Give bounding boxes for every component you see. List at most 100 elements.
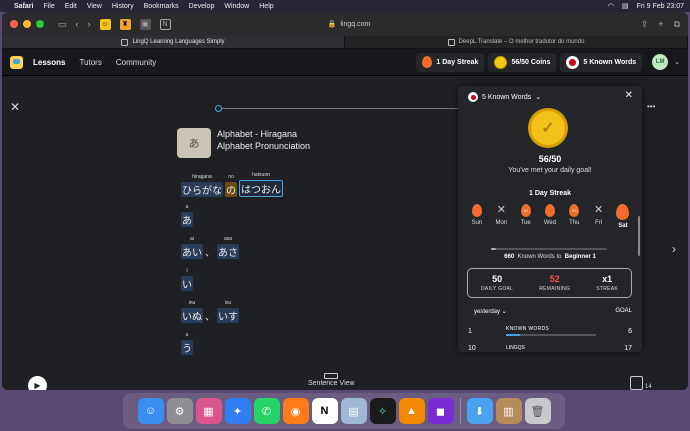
minimize-window-button[interactable] <box>23 20 31 28</box>
word-ruby: u <box>185 332 189 338</box>
close-window-button[interactable] <box>10 20 18 28</box>
menu-app[interactable]: Safari <box>14 3 33 10</box>
day-wed: Wed <box>539 204 561 229</box>
menu-develop[interactable]: Develop <box>189 3 215 10</box>
punctuation: 、 <box>205 312 215 323</box>
address-bar[interactable]: 🔒 lingq.com <box>264 17 434 31</box>
word-isu[interactable]: isu いす <box>217 300 239 323</box>
lingq-logo-icon[interactable] <box>10 55 23 69</box>
day-label: Fri <box>595 220 603 226</box>
whatsapp-icon[interactable]: ✆ <box>253 398 280 424</box>
new-tab-icon[interactable]: + <box>658 19 663 30</box>
period-dropdown[interactable]: yesterday ⌄ <box>474 308 507 315</box>
trash-icon[interactable]: 🗑 <box>524 398 551 424</box>
row-label: LINGQS <box>506 345 525 351</box>
firefox-icon[interactable]: ◉ <box>282 398 309 424</box>
lesson-line: hiragana ひらがな no の hatsuon はつおん <box>181 172 283 197</box>
word-u[interactable]: uう <box>181 332 193 355</box>
back-icon[interactable]: ‹ <box>76 19 79 29</box>
chevron-down-icon[interactable]: ⌄ <box>674 58 680 66</box>
control-center-icon[interactable]: ▤ <box>622 2 629 10</box>
known-words-dropdown[interactable]: 5 Known Words ⌄ <box>468 92 541 102</box>
extension-icon[interactable]: ☺ <box>99 18 111 30</box>
lesson-header: あ Alphabet - Hiragana Alphabet Pronuncia… <box>177 128 310 158</box>
known-words-button[interactable]: 5 Known Words <box>560 52 643 72</box>
word-a[interactable]: aあ <box>181 204 193 227</box>
vlc-icon[interactable]: ▲ <box>398 398 425 424</box>
flame-icon <box>472 204 482 217</box>
word-ruby: inu <box>188 300 196 306</box>
share-icon[interactable]: ⇪ <box>641 19 649 30</box>
next-page-icon[interactable]: › <box>672 242 676 256</box>
preview-icon[interactable]: ▤ <box>340 398 367 424</box>
word-i[interactable]: iい <box>181 268 193 291</box>
notion-extension-icon[interactable]: N <box>159 18 171 30</box>
menu-edit[interactable]: Edit <box>65 3 77 10</box>
word-text: あい <box>181 244 203 259</box>
nav-community[interactable]: Community <box>116 58 156 67</box>
browser-toolbar: ▭ ‹ › ☺ ♜ ▣ N 🔒 lingq.com ⇪ + ⧉ <box>2 12 688 36</box>
word-ruby: asa <box>223 236 233 242</box>
day-label: Thu <box>569 220 580 226</box>
downloads-folder-icon[interactable]: ⬇ <box>466 398 493 424</box>
lesson-title: Alphabet - Hiragana <box>217 129 298 139</box>
extension-icon-3[interactable]: ▣ <box>139 18 151 30</box>
word-no[interactable]: no の <box>225 174 237 197</box>
word-inu[interactable]: inu いぬ <box>181 300 203 323</box>
menu-history[interactable]: History <box>112 3 134 10</box>
word-text: いぬ <box>181 308 203 323</box>
day-label: Tue <box>520 220 531 226</box>
word-text: いす <box>217 308 239 323</box>
menu-file[interactable]: File <box>43 3 54 10</box>
menu-help[interactable]: Help <box>259 3 273 10</box>
play-audio-button[interactable]: ▶ <box>28 376 47 390</box>
sidebar-icon[interactable]: ▭ <box>58 19 67 30</box>
dock: ☺ ⚙ ▦ ✦ ✆ ◉ N ▤ ✧ ▲ ◼ ⬇ ▥ 🗑 <box>123 393 565 429</box>
menu-view[interactable]: View <box>87 3 102 10</box>
more-options-icon[interactable]: ••• <box>647 102 655 111</box>
lesson-image-glyph: あ <box>188 138 200 150</box>
word-ai[interactable]: ai あい <box>181 236 203 259</box>
word-hiragana[interactable]: hiragana ひらがな <box>181 174 223 197</box>
panel-scrollbar[interactable] <box>638 216 640 256</box>
instruments-icon[interactable]: ✧ <box>369 398 396 424</box>
system-settings-icon[interactable]: ⚙ <box>166 398 193 424</box>
tab-deepl[interactable]: DeepL Translate – O melhor tradutor do m… <box>345 36 688 48</box>
forward-icon[interactable]: › <box>88 19 91 29</box>
close-lesson-icon[interactable]: ✕ <box>10 100 20 114</box>
archive-icon[interactable]: ▥ <box>495 398 522 424</box>
nav-tutors[interactable]: Tutors <box>79 58 101 67</box>
close-panel-icon[interactable]: ✕ <box>625 90 633 101</box>
tab-label: DeepL Translate – O melhor tradutor do m… <box>458 39 585 45</box>
tab-lingq[interactable]: LingQ Learning Languages Simply <box>2 36 345 48</box>
extension-icon-2[interactable]: ♜ <box>119 18 131 30</box>
lesson-progress-knob[interactable] <box>215 105 222 112</box>
word-text: はつおん <box>239 180 283 197</box>
lock-icon: 🔒 <box>327 21 337 28</box>
deepl-favicon <box>447 38 455 46</box>
word-asa[interactable]: asa あさ <box>217 236 239 259</box>
word-hatsuon[interactable]: hatsuon はつおん <box>239 172 283 197</box>
menu-window[interactable]: Window <box>224 3 249 10</box>
stat-value: 52 <box>549 274 560 284</box>
flashcards-button[interactable]: 14 <box>630 376 652 390</box>
coins-label: 56/50 Coins <box>511 58 551 66</box>
tab-overview-icon[interactable]: ⧉ <box>674 19 680 30</box>
lesson-progress-track[interactable] <box>215 108 460 109</box>
word-ruby: ai <box>190 236 194 242</box>
nav-lessons[interactable]: Lessons <box>33 58 65 67</box>
zoom-window-button[interactable] <box>36 20 44 28</box>
sentence-view-button[interactable]: Sentence View <box>308 373 355 387</box>
coins-button[interactable]: 56/50 Coins <box>488 52 557 72</box>
app-store-icon[interactable]: ◼ <box>427 398 454 424</box>
launchpad-icon[interactable]: ▦ <box>195 398 222 424</box>
wifi-icon[interactable]: ◠ <box>608 2 614 10</box>
finder-icon[interactable]: ☺ <box>137 398 164 424</box>
day-label: Wed <box>543 220 557 226</box>
menu-bookmarks[interactable]: Bookmarks <box>144 3 179 10</box>
avatar[interactable]: LM <box>652 54 669 70</box>
menubar-clock[interactable]: Fri 9 Feb 23:07 <box>637 3 684 10</box>
safari-icon[interactable]: ✦ <box>224 398 251 424</box>
notion-icon[interactable]: N <box>311 398 338 424</box>
streak-button[interactable]: 1 Day Streak <box>416 52 485 72</box>
